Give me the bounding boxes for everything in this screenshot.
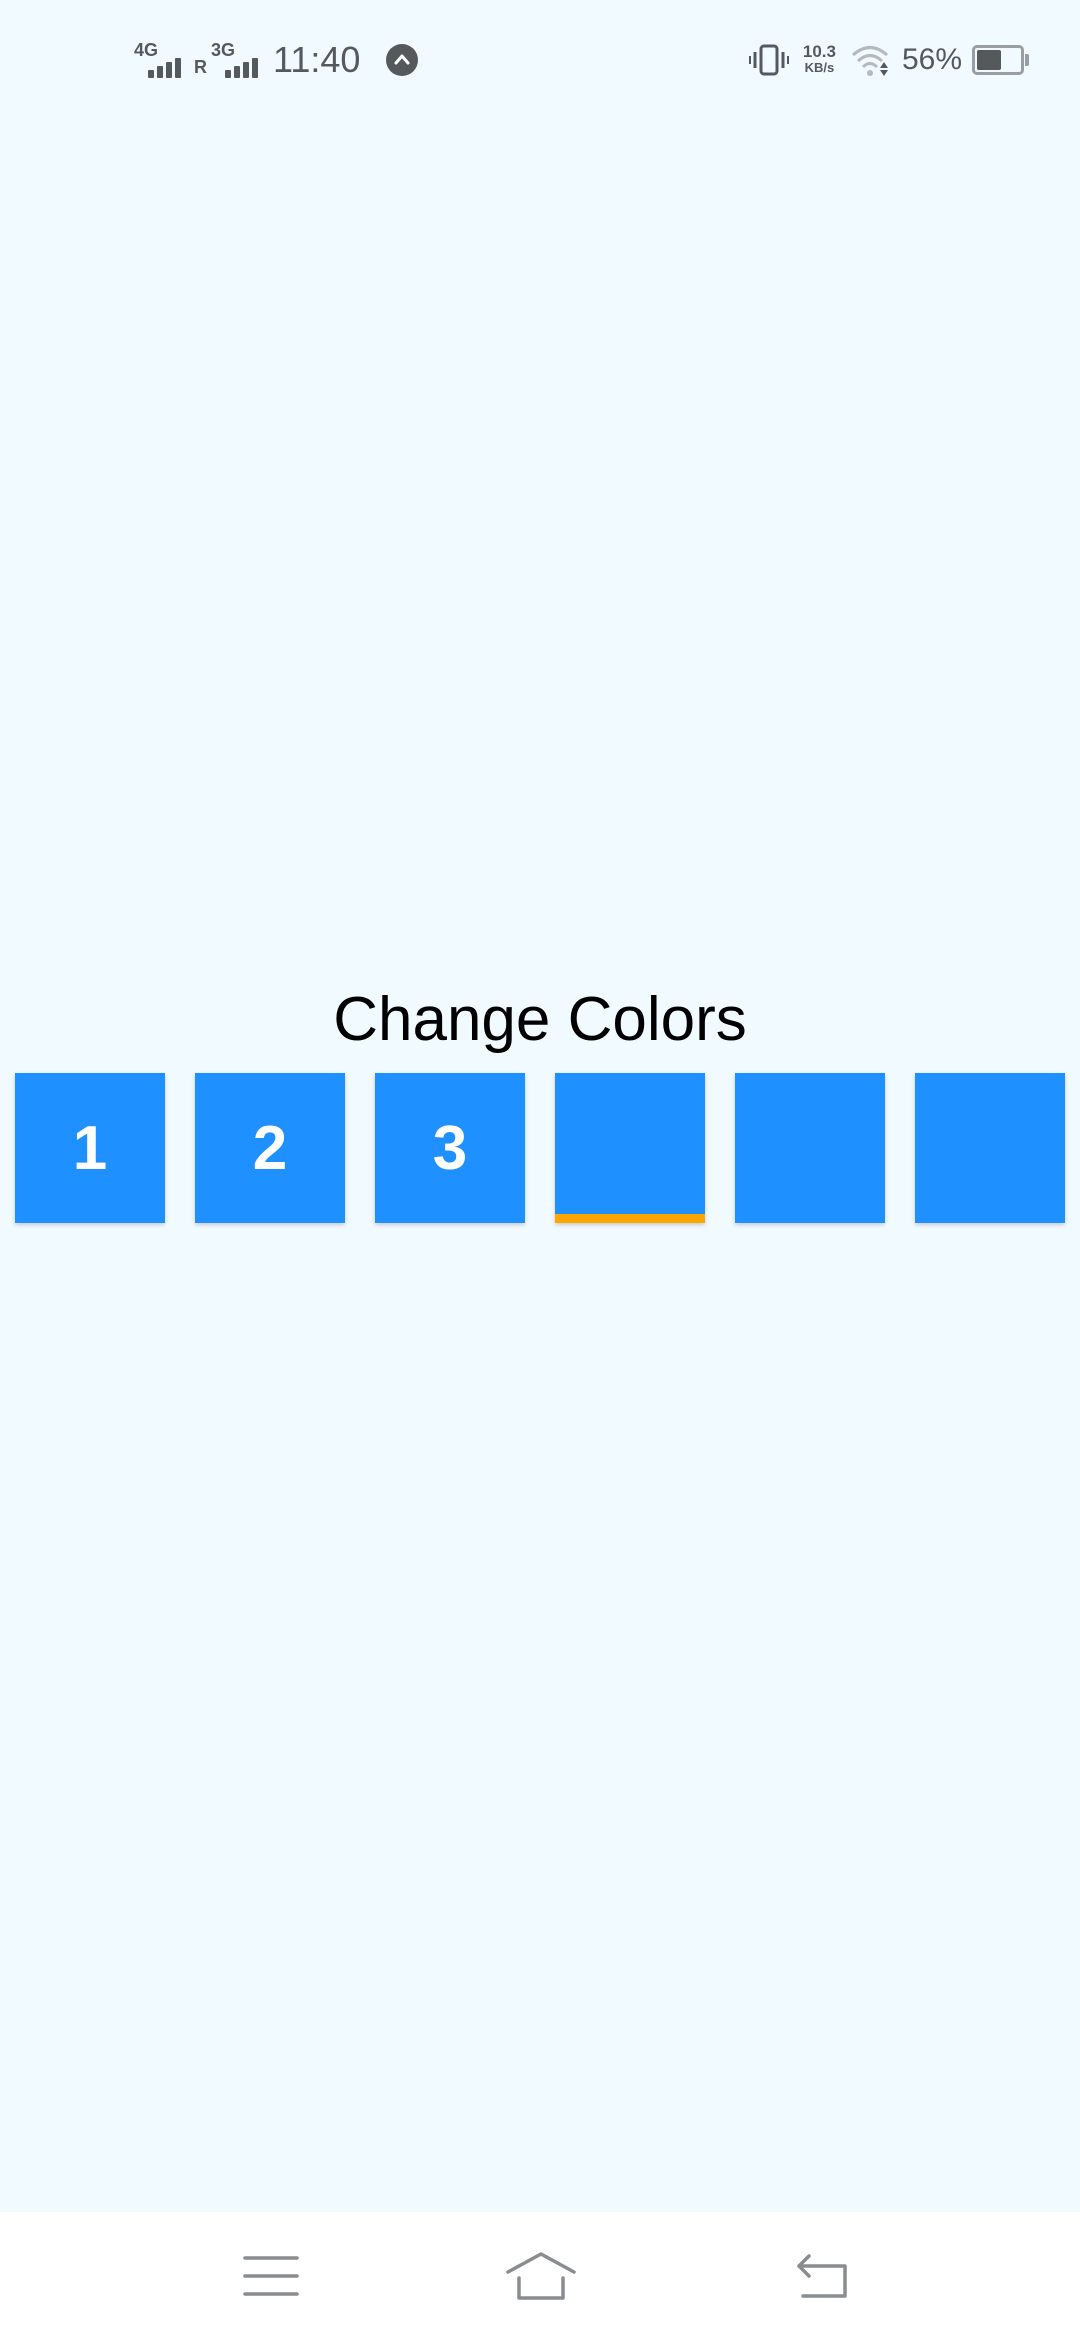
battery-percentage: 56% — [901, 43, 962, 76]
page-title: Change Colors — [333, 985, 747, 1054]
wifi-icon — [851, 46, 888, 76]
color-tiles-row: 123 — [15, 1073, 1065, 1223]
network-speed-value: 10.3 — [802, 42, 836, 61]
battery-level-fill — [977, 50, 1001, 70]
color-tile-5[interactable] — [735, 1073, 885, 1223]
status-bar-right: 10.3 KB/s 56% — [748, 34, 1029, 86]
color-tile-1[interactable]: 1 — [15, 1073, 165, 1223]
home-icon — [506, 2252, 576, 2300]
home-button[interactable] — [491, 2234, 591, 2318]
back-button[interactable] — [773, 2234, 873, 2318]
navigation-bar — [0, 2212, 1080, 2340]
network-speed: 10.3 KB/s — [802, 42, 836, 76]
signal-bars-icon — [225, 58, 258, 78]
roaming-indicator: R — [194, 56, 207, 77]
signal-bars-icon — [148, 58, 181, 78]
network-3g-signal: 3G — [211, 40, 263, 80]
color-tile-3[interactable]: 3 — [375, 1073, 525, 1223]
battery-icon — [972, 45, 1029, 75]
back-icon — [797, 2254, 847, 2298]
menu-icon — [243, 2256, 299, 2296]
network-speed-unit: KB/s — [804, 60, 835, 75]
menu-button[interactable] — [221, 2234, 321, 2318]
app-notification-icon — [386, 44, 419, 76]
clock: 11:40 — [273, 39, 361, 80]
status-bar: 4G R 3G 11:40 10.3 KB/s 56% — [0, 0, 1080, 120]
status-bar-left: 4G R 3G 11:40 — [134, 34, 419, 86]
color-tile-6[interactable] — [915, 1073, 1065, 1223]
color-tile-2[interactable]: 2 — [195, 1073, 345, 1223]
network-4g-signal: 4G — [134, 40, 186, 80]
color-tile-4[interactable] — [555, 1073, 705, 1223]
vibrate-icon — [748, 44, 789, 76]
